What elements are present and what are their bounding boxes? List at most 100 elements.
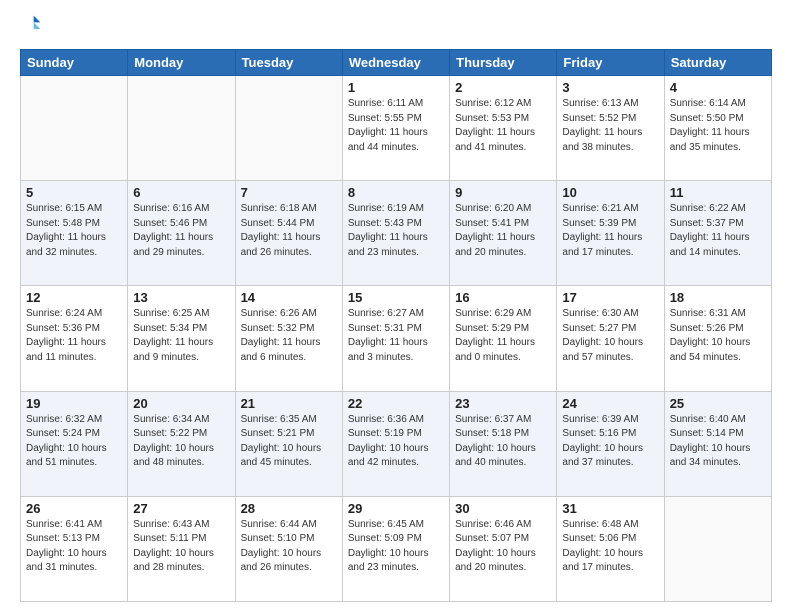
day-info: Sunrise: 6:26 AM Sunset: 5:32 PM Dayligh… xyxy=(241,307,337,365)
day-number: 18 xyxy=(670,290,766,305)
day-cell xyxy=(235,76,342,181)
day-cell: 10 Sunrise: 6:21 AM Sunset: 5:39 PM Dayli… xyxy=(557,181,664,286)
logo xyxy=(20,16,42,39)
day-info: Sunrise: 6:48 AM Sunset: 5:06 PM Dayligh… xyxy=(562,518,658,576)
day-number: 30 xyxy=(455,501,551,516)
day-number: 29 xyxy=(348,501,444,516)
day-number: 14 xyxy=(241,290,337,305)
week-row-5: 26Sunrise: 6:41 AM Sunset: 5:13 PM Dayli… xyxy=(21,496,772,601)
day-cell: 4 Sunrise: 6:14 AM Sunset: 5:50 PM Daylig… xyxy=(664,76,771,181)
day-number: 15 xyxy=(348,290,444,305)
day-info: Sunrise: 6:11 AM Sunset: 5:55 PM Dayligh… xyxy=(348,97,444,155)
day-info: Sunrise: 6:25 AM Sunset: 5:34 PM Dayligh… xyxy=(133,307,229,365)
day-cell: 6 Sunrise: 6:16 AM Sunset: 5:46 PM Daylig… xyxy=(128,181,235,286)
day-number: 21 xyxy=(241,396,337,411)
day-info: Sunrise: 6:40 AM Sunset: 5:14 PM Dayligh… xyxy=(670,413,766,471)
day-cell: 30 Sunrise: 6:46 AM Sunset: 5:07 PM Dayli… xyxy=(450,496,557,601)
day-cell: 16Sunrise: 6:29 AM Sunset: 5:29 PM Dayli… xyxy=(450,286,557,391)
week-row-2: 5Sunrise: 6:15 AM Sunset: 5:48 PM Daylig… xyxy=(21,181,772,286)
day-number: 19 xyxy=(26,396,122,411)
day-cell: 8 Sunrise: 6:19 AM Sunset: 5:43 PM Daylig… xyxy=(342,181,449,286)
day-info: Sunrise: 6:20 AM Sunset: 5:41 PM Dayligh… xyxy=(455,202,551,260)
day-info: Sunrise: 6:19 AM Sunset: 5:43 PM Dayligh… xyxy=(348,202,444,260)
day-number: 20 xyxy=(133,396,229,411)
week-row-1: 1 Sunrise: 6:11 AM Sunset: 5:55 PM Daylig… xyxy=(21,76,772,181)
day-cell: 23 Sunrise: 6:37 AM Sunset: 5:18 PM Dayli… xyxy=(450,391,557,496)
logo-icon xyxy=(22,14,42,34)
day-cell: 12 Sunrise: 6:24 AM Sunset: 5:36 PM Dayli… xyxy=(21,286,128,391)
day-number: 26 xyxy=(26,501,122,516)
day-info: Sunrise: 6:29 AM Sunset: 5:29 PM Dayligh… xyxy=(455,307,551,365)
page: SundayMondayTuesdayWednesdayThursdayFrid… xyxy=(0,0,792,612)
day-number: 25 xyxy=(670,396,766,411)
weekday-header-tuesday: Tuesday xyxy=(235,50,342,76)
day-cell: 21 Sunrise: 6:35 AM Sunset: 5:21 PM Dayli… xyxy=(235,391,342,496)
day-cell: 22 Sunrise: 6:36 AM Sunset: 5:19 PM Dayli… xyxy=(342,391,449,496)
day-number: 10 xyxy=(562,185,658,200)
day-info: Sunrise: 6:18 AM Sunset: 5:44 PM Dayligh… xyxy=(241,202,337,260)
day-cell: 14 Sunrise: 6:26 AM Sunset: 5:32 PM Dayli… xyxy=(235,286,342,391)
day-info: Sunrise: 6:34 AM Sunset: 5:22 PM Dayligh… xyxy=(133,413,229,471)
day-cell: 28 Sunrise: 6:44 AM Sunset: 5:10 PM Dayli… xyxy=(235,496,342,601)
day-number: 22 xyxy=(348,396,444,411)
day-cell: 26Sunrise: 6:41 AM Sunset: 5:13 PM Dayli… xyxy=(21,496,128,601)
day-info: Sunrise: 6:44 AM Sunset: 5:10 PM Dayligh… xyxy=(241,518,337,576)
day-info: Sunrise: 6:46 AM Sunset: 5:07 PM Dayligh… xyxy=(455,518,551,576)
day-number: 11 xyxy=(670,185,766,200)
day-number: 31 xyxy=(562,501,658,516)
weekday-header-thursday: Thursday xyxy=(450,50,557,76)
day-info: Sunrise: 6:22 AM Sunset: 5:37 PM Dayligh… xyxy=(670,202,766,260)
day-cell: 11 Sunrise: 6:22 AM Sunset: 5:37 PM Dayli… xyxy=(664,181,771,286)
day-info: Sunrise: 6:39 AM Sunset: 5:16 PM Dayligh… xyxy=(562,413,658,471)
day-info: Sunrise: 6:43 AM Sunset: 5:11 PM Dayligh… xyxy=(133,518,229,576)
day-cell: 29 Sunrise: 6:45 AM Sunset: 5:09 PM Dayli… xyxy=(342,496,449,601)
day-cell: 17 Sunrise: 6:30 AM Sunset: 5:27 PM Dayli… xyxy=(557,286,664,391)
week-row-3: 12 Sunrise: 6:24 AM Sunset: 5:36 PM Dayli… xyxy=(21,286,772,391)
day-cell: 31 Sunrise: 6:48 AM Sunset: 5:06 PM Dayli… xyxy=(557,496,664,601)
day-cell: 19 Sunrise: 6:32 AM Sunset: 5:24 PM Dayli… xyxy=(21,391,128,496)
weekday-header-saturday: Saturday xyxy=(664,50,771,76)
day-info: Sunrise: 6:15 AM Sunset: 5:48 PM Dayligh… xyxy=(26,202,122,260)
day-cell: 1 Sunrise: 6:11 AM Sunset: 5:55 PM Daylig… xyxy=(342,76,449,181)
day-number: 24 xyxy=(562,396,658,411)
week-row-4: 19 Sunrise: 6:32 AM Sunset: 5:24 PM Dayli… xyxy=(21,391,772,496)
day-number: 28 xyxy=(241,501,337,516)
day-info: Sunrise: 6:21 AM Sunset: 5:39 PM Dayligh… xyxy=(562,202,658,260)
day-cell: 5Sunrise: 6:15 AM Sunset: 5:48 PM Daylig… xyxy=(21,181,128,286)
day-cell: 9Sunrise: 6:20 AM Sunset: 5:41 PM Daylig… xyxy=(450,181,557,286)
day-number: 8 xyxy=(348,185,444,200)
day-number: 3 xyxy=(562,80,658,95)
calendar-table: SundayMondayTuesdayWednesdayThursdayFrid… xyxy=(20,49,772,602)
day-info: Sunrise: 6:45 AM Sunset: 5:09 PM Dayligh… xyxy=(348,518,444,576)
day-info: Sunrise: 6:37 AM Sunset: 5:18 PM Dayligh… xyxy=(455,413,551,471)
day-info: Sunrise: 6:36 AM Sunset: 5:19 PM Dayligh… xyxy=(348,413,444,471)
weekday-header-sunday: Sunday xyxy=(21,50,128,76)
day-info: Sunrise: 6:32 AM Sunset: 5:24 PM Dayligh… xyxy=(26,413,122,471)
day-cell xyxy=(21,76,128,181)
day-info: Sunrise: 6:12 AM Sunset: 5:53 PM Dayligh… xyxy=(455,97,551,155)
day-info: Sunrise: 6:14 AM Sunset: 5:50 PM Dayligh… xyxy=(670,97,766,155)
day-info: Sunrise: 6:24 AM Sunset: 5:36 PM Dayligh… xyxy=(26,307,122,365)
day-cell: 13 Sunrise: 6:25 AM Sunset: 5:34 PM Dayli… xyxy=(128,286,235,391)
day-cell: 24 Sunrise: 6:39 AM Sunset: 5:16 PM Dayli… xyxy=(557,391,664,496)
day-info: Sunrise: 6:31 AM Sunset: 5:26 PM Dayligh… xyxy=(670,307,766,365)
day-cell: 27Sunrise: 6:43 AM Sunset: 5:11 PM Dayli… xyxy=(128,496,235,601)
day-number: 12 xyxy=(26,290,122,305)
day-info: Sunrise: 6:35 AM Sunset: 5:21 PM Dayligh… xyxy=(241,413,337,471)
day-info: Sunrise: 6:13 AM Sunset: 5:52 PM Dayligh… xyxy=(562,97,658,155)
day-number: 13 xyxy=(133,290,229,305)
weekday-header-row: SundayMondayTuesdayWednesdayThursdayFrid… xyxy=(21,50,772,76)
day-number: 23 xyxy=(455,396,551,411)
day-info: Sunrise: 6:30 AM Sunset: 5:27 PM Dayligh… xyxy=(562,307,658,365)
day-cell: 2 Sunrise: 6:12 AM Sunset: 5:53 PM Daylig… xyxy=(450,76,557,181)
day-cell xyxy=(664,496,771,601)
day-number: 6 xyxy=(133,185,229,200)
day-number: 4 xyxy=(670,80,766,95)
day-number: 1 xyxy=(348,80,444,95)
day-cell: 7Sunrise: 6:18 AM Sunset: 5:44 PM Daylig… xyxy=(235,181,342,286)
weekday-header-monday: Monday xyxy=(128,50,235,76)
weekday-header-wednesday: Wednesday xyxy=(342,50,449,76)
day-number: 17 xyxy=(562,290,658,305)
day-info: Sunrise: 6:16 AM Sunset: 5:46 PM Dayligh… xyxy=(133,202,229,260)
day-number: 2 xyxy=(455,80,551,95)
